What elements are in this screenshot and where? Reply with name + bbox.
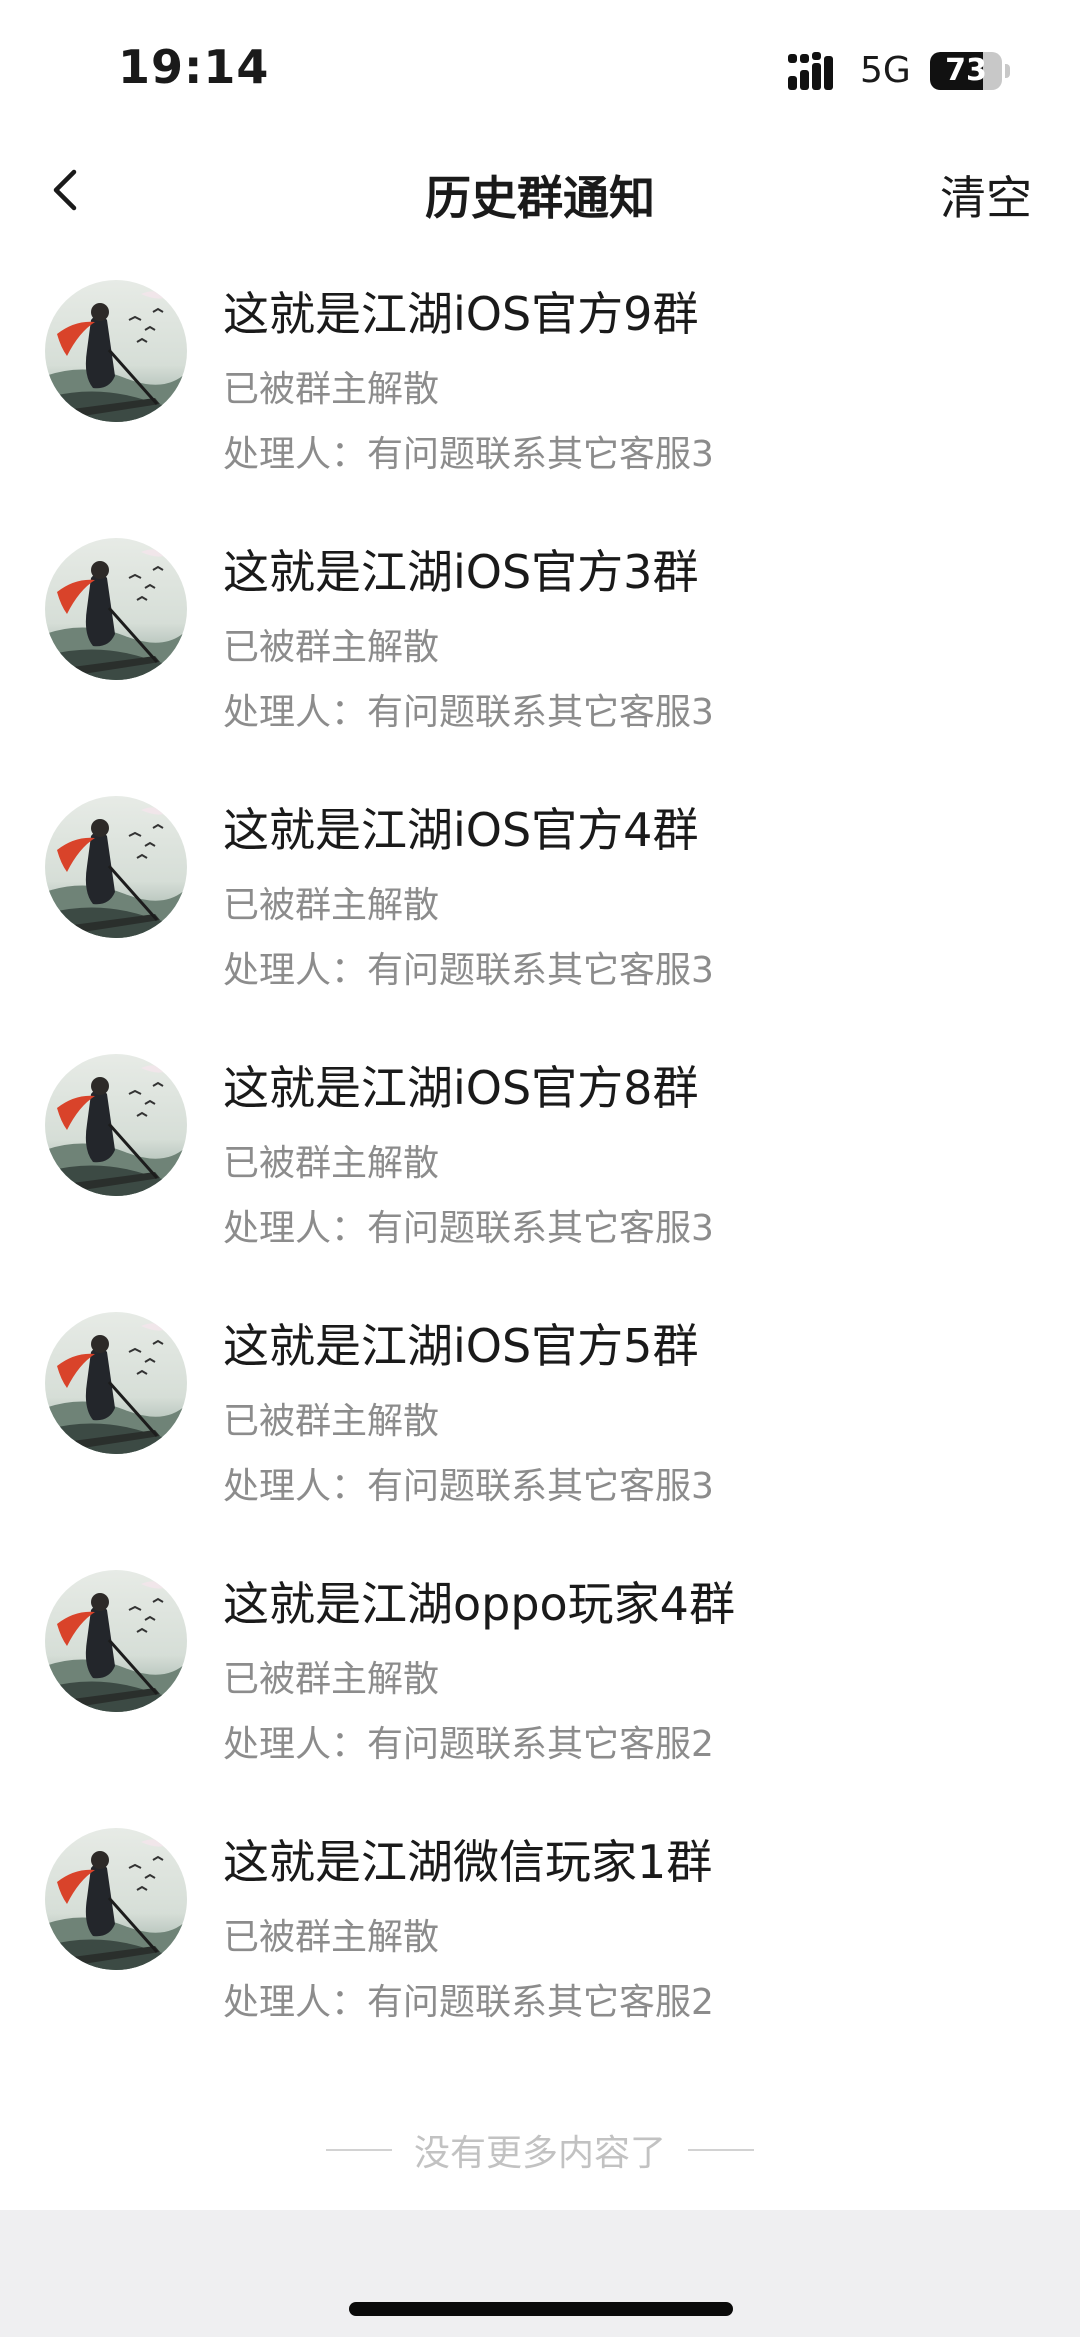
notice-item[interactable]: 这就是江湖微信玩家1群已被群主解散处理人：有问题联系其它客服2 bbox=[0, 1806, 1080, 2064]
clear-button[interactable]: 清空 bbox=[940, 162, 1032, 228]
bottom-area bbox=[0, 2210, 1080, 2337]
notice-status: 已被群主解散 bbox=[223, 627, 440, 668]
notice-item[interactable]: 这就是江湖iOS官方4群已被群主解散处理人：有问题联系其它客服3 bbox=[0, 774, 1080, 1032]
battery-label: 73 bbox=[945, 53, 987, 88]
nav-bar: 历史群通知 清空 bbox=[0, 140, 1080, 245]
notice-group-name: 这就是江湖iOS官方9群 bbox=[223, 287, 699, 341]
divider-line-left bbox=[325, 2149, 392, 2151]
group-avatar bbox=[45, 1312, 187, 1454]
battery-icon: 73 bbox=[930, 52, 1010, 90]
end-of-list-text: 没有更多内容了 bbox=[413, 2133, 666, 2174]
notice-group-name: 这就是江湖iOS官方8群 bbox=[223, 1061, 699, 1115]
notice-item[interactable]: 这就是江湖iOS官方3群已被群主解散处理人：有问题联系其它客服3 bbox=[0, 516, 1080, 774]
status-time: 19:14 bbox=[118, 40, 270, 94]
notice-status: 已被群主解散 bbox=[223, 1917, 440, 1958]
signal-icon bbox=[788, 52, 833, 90]
notice-group-name: 这就是江湖iOS官方4群 bbox=[223, 803, 699, 857]
notice-status: 已被群主解散 bbox=[223, 1659, 440, 1700]
notice-group-name: 这就是江湖iOS官方5群 bbox=[223, 1319, 699, 1373]
notice-status: 已被群主解散 bbox=[223, 369, 440, 410]
group-avatar bbox=[45, 1570, 187, 1712]
notice-handler: 处理人：有问题联系其它客服2 bbox=[223, 1724, 714, 1765]
notice-handler: 处理人：有问题联系其它客服3 bbox=[223, 1466, 714, 1507]
notice-item[interactable]: 这就是江湖iOS官方9群已被群主解散处理人：有问题联系其它客服3 bbox=[0, 258, 1080, 516]
notice-handler: 处理人：有问题联系其它客服2 bbox=[223, 1982, 714, 2023]
status-bar: 19:14 5G 73 bbox=[0, 0, 1080, 140]
home-indicator[interactable] bbox=[349, 2302, 733, 2316]
divider-line-right bbox=[688, 2149, 754, 2151]
page-title: 历史群通知 bbox=[425, 171, 655, 225]
notice-list: 这就是江湖iOS官方9群 已被群主解散 处理人：有问题联系其它客服3 这就是江湖iO… bbox=[0, 258, 1080, 2064]
group-avatar bbox=[45, 1054, 187, 1196]
notice-group-name: 这就是江湖微信玩家1群 bbox=[223, 1835, 713, 1889]
group-avatar bbox=[45, 280, 187, 422]
group-avatar bbox=[45, 1828, 187, 1970]
notice-group-name: 这就是江湖iOS官方3群 bbox=[223, 545, 699, 599]
notice-group-name: 这就是江湖oppo玩家4群 bbox=[223, 1577, 735, 1631]
notice-handler: 处理人：有问题联系其它客服3 bbox=[223, 1208, 714, 1249]
notice-status: 已被群主解散 bbox=[223, 1401, 440, 1442]
history-group-notice-screen: 19:14 5G 73 历史群通知 清空 这就是江湖iOS官方9群 已被群主解散… bbox=[0, 0, 1080, 2337]
notice-status: 已被群主解散 bbox=[223, 885, 440, 926]
notice-status: 已被群主解散 bbox=[223, 1143, 440, 1184]
group-avatar bbox=[45, 796, 187, 938]
notice-handler: 处理人：有问题联系其它客服3 bbox=[223, 434, 714, 475]
group-avatar bbox=[45, 538, 187, 680]
end-of-list-marker: 没有更多内容了 bbox=[0, 2122, 1080, 2178]
network-label: 5G bbox=[860, 50, 911, 91]
notice-item[interactable]: 这就是江湖iOS官方8群已被群主解散处理人：有问题联系其它客服3 bbox=[0, 1032, 1080, 1290]
notice-handler: 处理人：有问题联系其它客服3 bbox=[223, 950, 714, 991]
notice-handler: 处理人：有问题联系其它客服3 bbox=[223, 692, 714, 733]
notice-item[interactable]: 这就是江湖iOS官方5群已被群主解散处理人：有问题联系其它客服3 bbox=[0, 1290, 1080, 1548]
notice-item[interactable]: 这就是江湖oppo玩家4群已被群主解散处理人：有问题联系其它客服2 bbox=[0, 1548, 1080, 1806]
